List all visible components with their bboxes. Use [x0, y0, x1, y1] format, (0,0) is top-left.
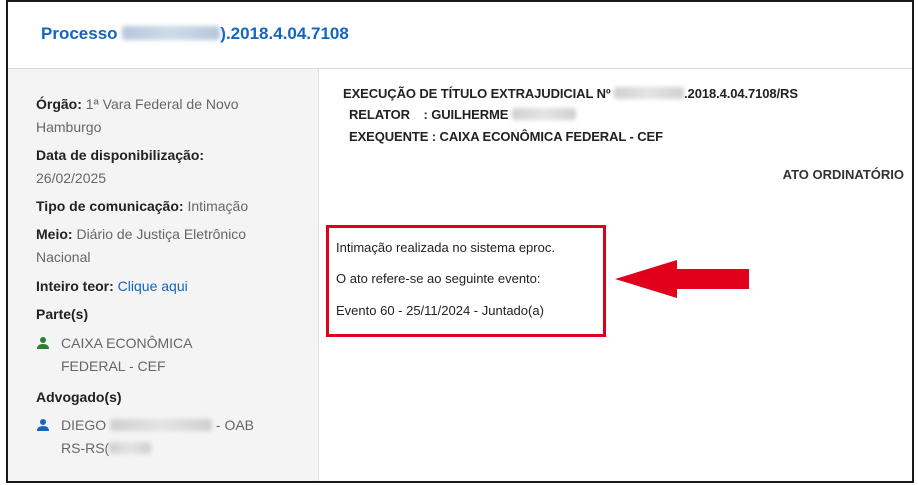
tipo-label: Tipo de comunicação:	[36, 198, 184, 214]
advogado-name: DIEGO	[61, 417, 107, 433]
advogados-label: Advogado(s)	[36, 389, 122, 405]
relator-label: RELATOR	[349, 107, 410, 122]
parte-entry: CAIXA ECONÔMICA FEDERAL - CEF	[36, 332, 192, 378]
relator-line: RELATOR : GUILHERME	[349, 107, 576, 122]
partes-label: Parte(s)	[36, 306, 89, 322]
advogado-oab-number: RS-RS(	[61, 440, 110, 456]
inteiro-teor-field: Inteiro teor: Clique aqui	[36, 275, 188, 298]
document-heading: EXECUÇÃO DE TÍTULO EXTRAJUDICIAL Nº .201…	[343, 86, 798, 101]
orgao-value-line2: Hamburgo	[36, 119, 102, 135]
highlight-box: Intimação realizada no sistema eproc. O …	[326, 225, 606, 337]
meio-label: Meio:	[36, 226, 73, 242]
communication-details-sidebar: Órgão: 1ª Vara Federal de Novo Hamburgo …	[8, 69, 319, 481]
process-title-prefix: Processo	[41, 24, 118, 43]
redacted-process-number	[122, 26, 221, 40]
meio-field: Meio: Diário de Justiça Eletrônico Nacio…	[36, 223, 246, 269]
meio-value-line1: Diário de Justiça Eletrônico	[76, 226, 247, 242]
advogado-oab: - OAB	[215, 417, 255, 433]
person-icon	[37, 337, 49, 349]
intimacao-message: Intimação realizada no sistema eproc.	[336, 240, 555, 255]
partes-section: Parte(s)	[36, 303, 88, 326]
inteiro-teor-label: Inteiro teor:	[36, 278, 114, 294]
advogados-section: Advogado(s)	[36, 386, 122, 409]
advogado-entry: DIEGO - OAB RS-RS(	[36, 414, 254, 460]
redacted-lawyer-surname	[110, 419, 213, 431]
redacted-oab-number	[109, 442, 152, 454]
execucao-line-prefix: EXECUÇÃO DE TÍTULO EXTRAJUDICIAL Nº	[343, 86, 611, 101]
redacted-case-number	[614, 87, 685, 99]
data-label: Data de disponibilização:	[36, 147, 205, 163]
inteiro-teor-link[interactable]: Clique aqui	[118, 278, 188, 294]
evento-detail-message: Evento 60 - 25/11/2024 - Juntado(a)	[336, 303, 544, 318]
evento-reference-message: O ato refere-se ao seguinte evento:	[336, 271, 541, 286]
document-content: EXECUÇÃO DE TÍTULO EXTRAJUDICIAL Nº .201…	[319, 69, 912, 481]
orgao-label: Órgão:	[36, 96, 82, 112]
tipo-value: Intimação	[187, 198, 249, 214]
data-value: 26/02/2025	[36, 170, 107, 186]
app-frame: Processo ).2018.4.04.7108 Órgão: 1ª Vara…	[6, 0, 914, 483]
person-icon	[37, 419, 49, 431]
process-header: Processo ).2018.4.04.7108	[8, 2, 912, 69]
redacted-relator-surname	[511, 108, 576, 120]
parte-name-line1: CAIXA ECONÔMICA	[61, 335, 193, 351]
execucao-line-suffix: .2018.4.04.7108/RS	[684, 86, 798, 101]
parte-name-line2: FEDERAL - CEF	[61, 358, 166, 374]
ato-ordinario-title: ATO ORDINATÓRIO	[782, 167, 904, 182]
orgao-value-line1: 1ª Vara Federal de Novo	[85, 96, 239, 112]
tipo-field: Tipo de comunicação: Intimação	[36, 195, 248, 218]
process-title[interactable]: Processo ).2018.4.04.7108	[41, 24, 349, 44]
relator-value: : GUILHERME	[423, 107, 509, 122]
orgao-field: Órgão: 1ª Vara Federal de Novo Hamburgo	[36, 93, 239, 139]
left-arrow-icon	[615, 260, 749, 298]
exequente-line: EXEQUENTE : CAIXA ECONÔMICA FEDERAL - CE…	[349, 129, 663, 144]
data-field: Data de disponibilização: 26/02/2025	[36, 144, 204, 190]
meio-value-line2: Nacional	[36, 249, 91, 265]
process-title-suffix: ).2018.4.04.7108	[220, 24, 349, 43]
